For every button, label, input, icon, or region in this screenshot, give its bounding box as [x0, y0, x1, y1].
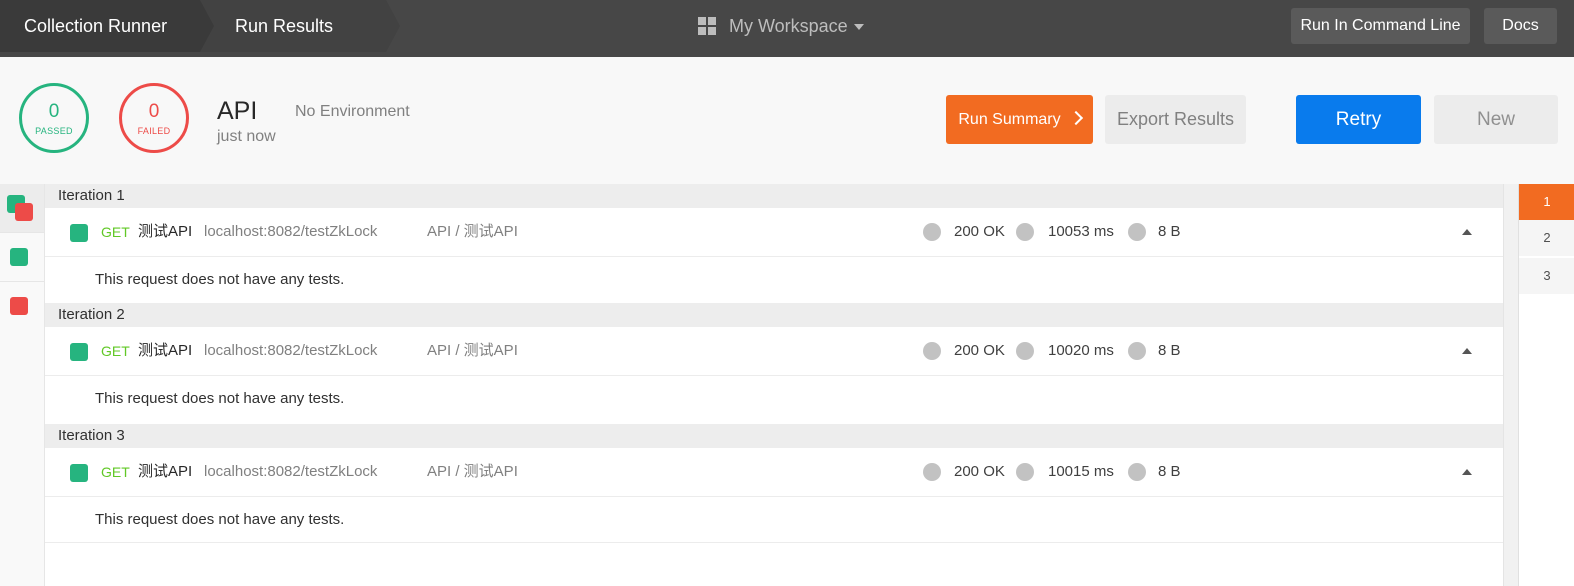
- breadcrumb-collection-runner[interactable]: Collection Runner: [0, 0, 200, 52]
- workspace-label: My Workspace: [729, 16, 848, 36]
- failed-square-icon: [15, 203, 33, 221]
- size-dot-icon: [1128, 463, 1146, 481]
- response-status: 200 OK: [954, 342, 1005, 359]
- response-size: 8 B: [1158, 463, 1181, 480]
- new-button[interactable]: New: [1434, 95, 1558, 144]
- response-time: 10015 ms: [1048, 463, 1114, 480]
- response-time: 10020 ms: [1048, 342, 1114, 359]
- status-dot-icon: [923, 463, 941, 481]
- status-dot-icon: [923, 342, 941, 360]
- run-summary-button[interactable]: Run Summary: [946, 95, 1093, 144]
- time-dot-icon: [1016, 463, 1034, 481]
- size-dot-icon: [1128, 223, 1146, 241]
- request-name: 测试API: [138, 463, 193, 480]
- request-url: localhost:8082/testZkLock: [204, 463, 378, 480]
- retry-button[interactable]: Retry: [1296, 95, 1421, 144]
- chevron-down-icon: [853, 24, 864, 30]
- passed-count: 0: [48, 101, 60, 122]
- passed-counter: 0 PASSED: [19, 83, 89, 153]
- scrollbar[interactable]: [1503, 184, 1518, 586]
- results-list: Iteration 1 GET 测试API localhost:8082/tes…: [45, 184, 1503, 586]
- request-method: GET: [101, 464, 130, 480]
- tests-message: This request does not have any tests.: [45, 376, 1503, 422]
- filter-passed-icon[interactable]: [10, 248, 28, 266]
- failed-counter: 0 FAILED: [119, 83, 189, 153]
- divider: [0, 281, 44, 282]
- divider: [0, 232, 44, 233]
- status-square-icon: [70, 464, 88, 482]
- request-method: GET: [101, 224, 130, 240]
- status-dot-icon: [923, 223, 941, 241]
- iteration-pager: 1 2 3: [1518, 184, 1574, 586]
- page-3-button[interactable]: 3: [1519, 258, 1574, 294]
- collapse-icon[interactable]: [1462, 348, 1472, 354]
- request-path: API / 测试API: [427, 463, 518, 480]
- filter-all[interactable]: [0, 184, 44, 232]
- tests-message: This request does not have any tests.: [45, 497, 1503, 543]
- failed-count: 0: [148, 101, 160, 122]
- filter-strip: [0, 184, 45, 586]
- response-size: 8 B: [1158, 223, 1181, 240]
- docs-button[interactable]: Docs: [1484, 8, 1557, 44]
- time-dot-icon: [1016, 342, 1034, 360]
- iteration-header: Iteration 2: [45, 303, 1503, 327]
- run-in-command-line-button[interactable]: Run In Command Line: [1291, 8, 1470, 44]
- iteration-header: Iteration 3: [45, 424, 1503, 448]
- iteration-header: Iteration 1: [45, 184, 1503, 208]
- filter-failed-icon[interactable]: [10, 297, 28, 315]
- run-time: just now: [217, 128, 276, 145]
- export-results-button[interactable]: Export Results: [1105, 95, 1246, 144]
- request-method: GET: [101, 343, 130, 359]
- request-row[interactable]: GET 测试API localhost:8082/testZkLock API …: [45, 448, 1503, 497]
- response-size: 8 B: [1158, 342, 1181, 359]
- breadcrumb-run-results[interactable]: Run Results: [200, 0, 386, 52]
- request-name: 测试API: [138, 223, 193, 240]
- request-url: localhost:8082/testZkLock: [204, 223, 378, 240]
- breadcrumb-arrow: [386, 0, 400, 52]
- time-dot-icon: [1016, 223, 1034, 241]
- run-name: API: [217, 97, 258, 125]
- response-status: 200 OK: [954, 463, 1005, 480]
- request-path: API / 测试API: [427, 223, 518, 240]
- response-status: 200 OK: [954, 223, 1005, 240]
- environment-label: No Environment: [295, 103, 410, 120]
- request-row[interactable]: GET 测试API localhost:8082/testZkLock API …: [45, 327, 1503, 376]
- breadcrumb-arrow: [200, 0, 214, 52]
- status-square-icon: [70, 224, 88, 242]
- collapse-icon[interactable]: [1462, 469, 1472, 475]
- response-time: 10053 ms: [1048, 223, 1114, 240]
- request-url: localhost:8082/testZkLock: [204, 342, 378, 359]
- run-summary-label: Run Summary: [958, 111, 1061, 128]
- passed-label: PASSED: [35, 126, 73, 136]
- collapse-icon[interactable]: [1462, 229, 1472, 235]
- request-path: API / 测试API: [427, 342, 518, 359]
- request-row[interactable]: GET 测试API localhost:8082/testZkLock API …: [45, 208, 1503, 257]
- grid-icon: [698, 17, 716, 35]
- status-square-icon: [70, 343, 88, 361]
- size-dot-icon: [1128, 342, 1146, 360]
- tests-message: This request does not have any tests.: [45, 257, 1503, 303]
- workspace-switcher[interactable]: My Workspace: [698, 0, 864, 52]
- page-2-button[interactable]: 2: [1519, 220, 1574, 256]
- top-bar: Collection Runner Run Results My Workspa…: [0, 0, 1574, 57]
- failed-label: FAILED: [137, 126, 171, 136]
- page-1-button[interactable]: 1: [1519, 184, 1574, 220]
- chevron-right-icon: [1068, 110, 1083, 126]
- request-name: 测试API: [138, 342, 193, 359]
- run-header: 0 PASSED 0 FAILED API just now No Enviro…: [0, 57, 1574, 185]
